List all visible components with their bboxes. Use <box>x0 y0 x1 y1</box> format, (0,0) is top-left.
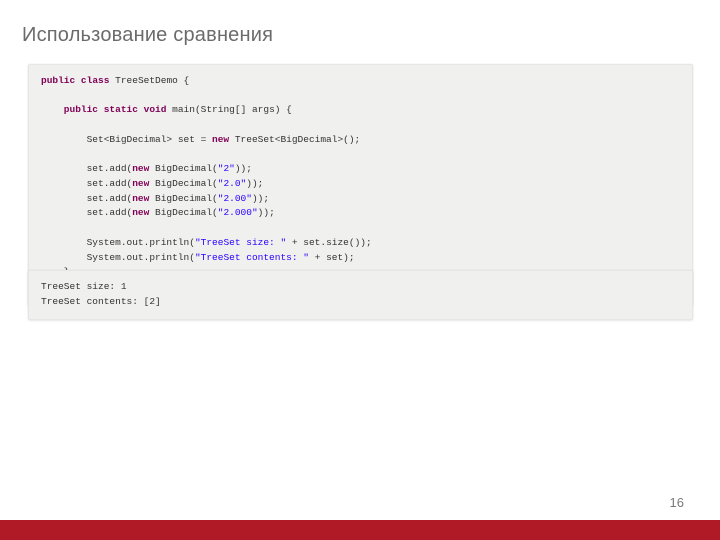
string-literal: "2.0" <box>218 178 247 189</box>
code-line: System.out.println("TreeSet size: " + se… <box>41 236 680 251</box>
code-text: BigDecimal( <box>149 193 217 204</box>
keyword: void <box>138 104 167 115</box>
code-line: set.add(new BigDecimal("2.00")); <box>41 192 680 207</box>
code-text: )); <box>252 193 269 204</box>
slide-title: Использование сравнения <box>22 24 273 47</box>
code-text: set.add( <box>41 178 132 189</box>
string-literal: "2.000" <box>218 207 258 218</box>
output-line: TreeSet contents: [2] <box>41 295 680 310</box>
code-text: set.add( <box>41 163 132 174</box>
footer-bar <box>0 520 720 540</box>
code-line: public static void main(String[] args) { <box>41 103 680 118</box>
code-text: BigDecimal( <box>149 163 217 174</box>
keyword: new <box>132 193 149 204</box>
keyword: new <box>132 207 149 218</box>
string-literal: "2" <box>218 163 235 174</box>
code-text: + set); <box>309 252 355 263</box>
keyword: public <box>41 104 98 115</box>
string-literal: "2.00" <box>218 193 252 204</box>
output-block: TreeSet size: 1 TreeSet contents: [2] <box>28 270 693 320</box>
code-text: main(String[] args) { <box>166 104 291 115</box>
keyword: new <box>132 178 149 189</box>
keyword: class <box>75 75 109 86</box>
string-literal: "TreeSet contents: " <box>195 252 309 263</box>
blank-line <box>41 221 680 236</box>
code-line: set.add(new BigDecimal("2")); <box>41 162 680 177</box>
blank-line <box>41 148 680 163</box>
keyword: public <box>41 75 75 86</box>
keyword: static <box>98 104 138 115</box>
code-text: TreeSet<BigDecimal>(); <box>229 134 360 145</box>
slide: Использование сравнения public class Tre… <box>0 0 720 540</box>
code-line: Set<BigDecimal> set = new TreeSet<BigDec… <box>41 133 680 148</box>
code-line: set.add(new BigDecimal("2.0")); <box>41 177 680 192</box>
keyword: new <box>132 163 149 174</box>
code-text: BigDecimal( <box>149 178 217 189</box>
keyword: new <box>212 134 229 145</box>
code-text: set.add( <box>41 207 132 218</box>
code-text: System.out.println( <box>41 252 195 263</box>
code-text: )); <box>246 178 263 189</box>
code-text: TreeSetDemo { <box>109 75 189 86</box>
code-text: )); <box>235 163 252 174</box>
code-text: )); <box>258 207 275 218</box>
blank-line <box>41 118 680 133</box>
code-text: set.add( <box>41 193 132 204</box>
code-text: System.out.println( <box>41 237 195 248</box>
string-literal: "TreeSet size: " <box>195 237 286 248</box>
code-line: set.add(new BigDecimal("2.000")); <box>41 206 680 221</box>
code-text: + set.size()); <box>286 237 372 248</box>
code-text: Set<BigDecimal> set = <box>41 134 212 145</box>
code-line: System.out.println("TreeSet contents: " … <box>41 251 680 266</box>
page-number: 16 <box>670 495 684 510</box>
code-text: BigDecimal( <box>149 207 217 218</box>
blank-line <box>41 89 680 104</box>
code-line: public class TreeSetDemo { <box>41 74 680 89</box>
output-line: TreeSet size: 1 <box>41 280 680 295</box>
